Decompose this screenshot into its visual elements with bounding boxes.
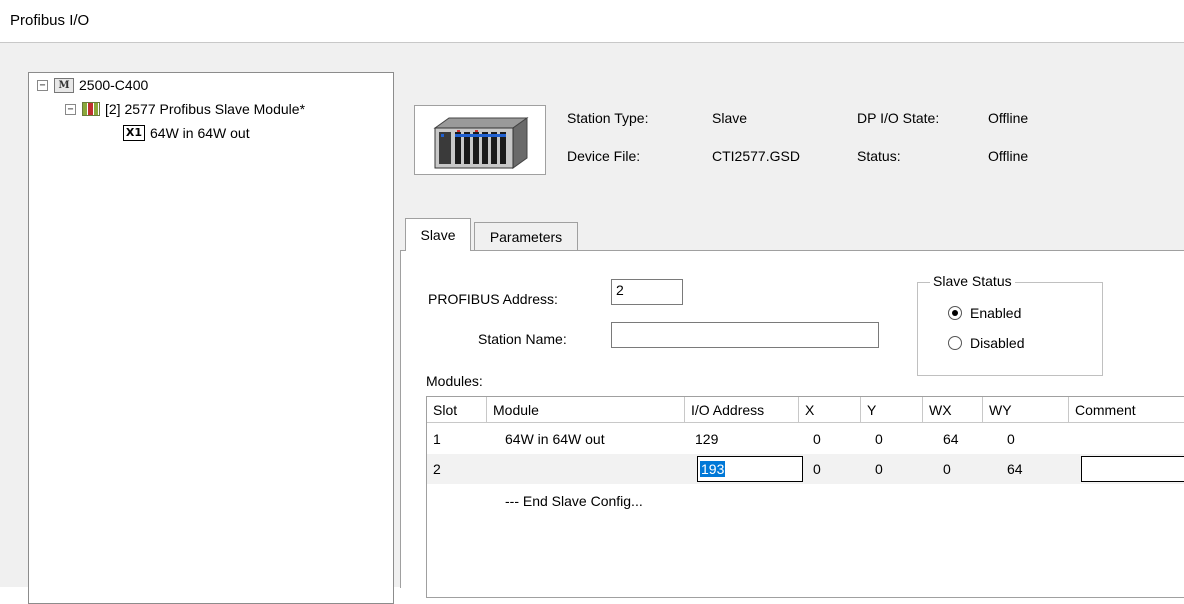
title-bar: Profibus I/O <box>0 0 1184 43</box>
radio-selected-icon[interactable] <box>948 306 962 320</box>
column-header-wy[interactable]: WY <box>983 397 1069 423</box>
modules-label: Modules: <box>426 373 483 389</box>
station-name-label: Station Name: <box>478 331 567 347</box>
tree-node-module-label[interactable]: 64W in 64W out <box>150 125 250 141</box>
station-name-input[interactable] <box>611 322 879 348</box>
station-type-value: Slave <box>712 110 748 126</box>
device-image <box>414 105 546 175</box>
comment-edit-field[interactable] <box>1081 456 1184 482</box>
profibus-address-input[interactable]: 2 <box>611 279 683 305</box>
slave-tab-panel: PROFIBUS Address: 2 Station Name: Slave … <box>400 250 1184 598</box>
device-tree[interactable]: − M 2500-C400 − [2] 2577 Profibus Slave … <box>28 72 394 604</box>
collapse-icon[interactable]: − <box>65 103 76 115</box>
profibus-address-label: PROFIBUS Address: <box>428 291 558 307</box>
device-file-label: Device File: <box>567 148 641 164</box>
master-icon: M <box>54 77 74 93</box>
tree-node-module[interactable]: X1 64W in 64W out <box>123 125 250 141</box>
column-header-slot[interactable]: Slot <box>427 397 487 423</box>
column-header-y[interactable]: Y <box>861 397 923 423</box>
cell-comment[interactable] <box>1073 424 1079 454</box>
device-file-value: CTI2577.GSD <box>712 148 800 164</box>
tab-slave[interactable]: Slave <box>405 218 471 251</box>
profibus-io-window: Profibus I/O − M 2500-C400 − [2] 2577 Pr… <box>0 0 1184 604</box>
io-address-edit-field[interactable]: 193 <box>697 456 803 482</box>
column-header-wx[interactable]: WX <box>923 397 983 423</box>
cell-wx[interactable]: 0 <box>937 454 951 484</box>
disabled-label[interactable]: Disabled <box>970 335 1024 351</box>
cell-slot[interactable]: 2 <box>427 454 441 484</box>
tree-node-slave-label[interactable]: [2] 2577 Profibus Slave Module* <box>105 101 305 117</box>
enabled-radio[interactable]: Enabled <box>948 305 1021 321</box>
tree-node-root[interactable]: − M 2500-C400 <box>37 77 148 93</box>
cell-wy[interactable]: 0 <box>1001 424 1015 454</box>
disabled-radio[interactable]: Disabled <box>948 335 1024 351</box>
tab-parameters[interactable]: Parameters <box>474 222 578 251</box>
cell-module[interactable]: 64W in 64W out <box>499 424 605 454</box>
slave-status-group: Slave Status Enabled Disabled <box>917 273 1103 376</box>
column-header-comment[interactable]: Comment <box>1069 397 1184 423</box>
cell-y[interactable]: 0 <box>869 424 883 454</box>
column-header-module[interactable]: Module <box>487 397 685 423</box>
selected-text[interactable]: 193 <box>700 461 726 477</box>
cell-x[interactable]: 0 <box>807 454 821 484</box>
collapse-icon[interactable]: − <box>37 79 48 91</box>
slave-status-title: Slave Status <box>930 273 1015 289</box>
io-module-icon: X1 <box>123 125 145 141</box>
station-type-label: Station Type: <box>567 110 649 126</box>
cell-wx[interactable]: 64 <box>937 424 959 454</box>
dp-io-state-label: DP I/O State: <box>857 110 940 126</box>
status-value: Offline <box>988 148 1029 164</box>
column-header-io-address[interactable]: I/O Address <box>685 397 799 423</box>
table-row[interactable] <box>427 454 1184 484</box>
cell-x[interactable]: 0 <box>807 424 821 454</box>
end-slave-config-text: --- End Slave Config... <box>505 493 643 509</box>
window-title: Profibus I/O <box>10 12 90 29</box>
cell-y[interactable]: 0 <box>869 454 883 484</box>
cell-wy[interactable]: 64 <box>1001 454 1023 484</box>
tree-node-root-label[interactable]: 2500-C400 <box>79 77 148 93</box>
enabled-label[interactable]: Enabled <box>970 305 1021 321</box>
slave-module-icon <box>82 102 100 116</box>
rack-device-icon <box>433 117 529 169</box>
dp-io-state-value: Offline <box>988 110 1029 126</box>
radio-unselected-icon[interactable] <box>948 336 962 350</box>
column-header-x[interactable]: X <box>799 397 861 423</box>
tree-node-slave[interactable]: − [2] 2577 Profibus Slave Module* <box>65 101 305 117</box>
cell-io-address[interactable]: 129 <box>689 424 718 454</box>
modules-table[interactable]: Slot Module I/O Address X Y WX WY Commen… <box>426 396 1184 598</box>
status-label: Status: <box>857 148 901 164</box>
cell-module[interactable] <box>499 454 505 484</box>
cell-slot[interactable]: 1 <box>427 424 441 454</box>
